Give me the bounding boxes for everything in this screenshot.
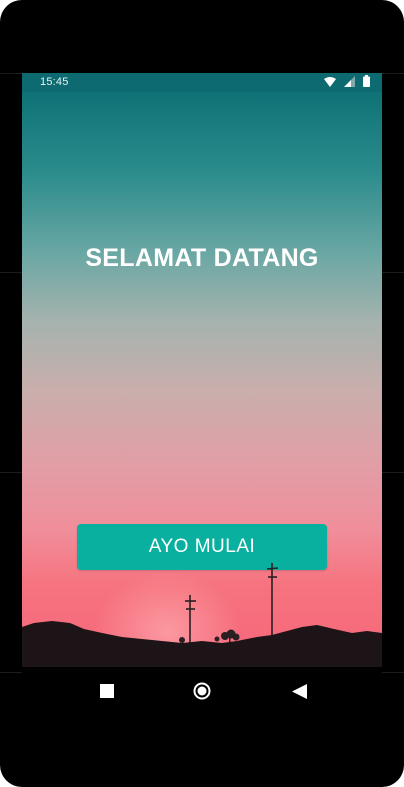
status-time: 15:45 xyxy=(40,76,69,88)
bezel-line xyxy=(0,73,22,74)
status-icons xyxy=(324,74,370,92)
welcome-background: SELAMAT DATANG AYO MULAI xyxy=(22,92,382,667)
bezel-line xyxy=(382,672,404,673)
bezel-line xyxy=(0,672,22,673)
navigation-bar xyxy=(22,667,382,715)
phone-screen: 15:45 SELAMAT DATANG AYO MULAI xyxy=(22,73,382,715)
bezel-line xyxy=(0,272,22,273)
battery-icon xyxy=(363,74,370,92)
recent-apps-icon[interactable] xyxy=(93,677,121,705)
landscape-silhouette-image xyxy=(22,563,382,667)
phone-frame: 15:45 SELAMAT DATANG AYO MULAI xyxy=(0,0,404,787)
bezel-line xyxy=(382,272,404,273)
signal-icon xyxy=(344,74,355,92)
status-bar: 15:45 xyxy=(22,73,382,92)
welcome-title: SELAMAT DATANG xyxy=(85,244,319,272)
home-icon[interactable] xyxy=(188,677,216,705)
back-icon[interactable] xyxy=(285,677,313,705)
bezel-line xyxy=(0,472,22,473)
bezel-line xyxy=(382,472,404,473)
wifi-icon xyxy=(324,74,336,92)
bezel-line xyxy=(382,73,404,74)
